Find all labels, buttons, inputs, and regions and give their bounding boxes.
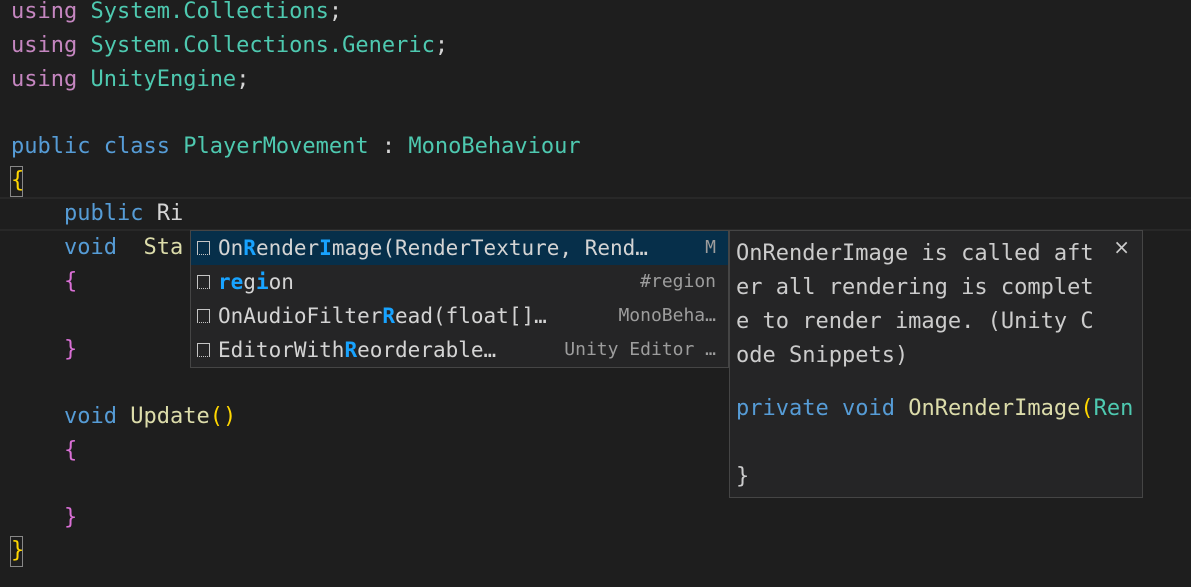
suggest-item-label: OnAudioFilterRead(float[]… (218, 304, 547, 328)
snippet-icon (197, 309, 210, 323)
code-line-9: { (63, 269, 78, 294)
suggest-item-label: EditorWithReorderable… (218, 338, 497, 362)
code-line-6: { (11, 168, 25, 193)
suggest-item-onaudiofilterread[interactable]: OnAudioFilterRead(float[]… MonoBeha… (191, 299, 728, 333)
suggest-item-region[interactable]: region #region (191, 265, 728, 299)
suggest-item-onrenderimage[interactable]: OnRenderImage(RenderTexture, Rend… M (191, 231, 728, 265)
code-line-11: } (63, 337, 78, 362)
code-line-14: { (63, 438, 78, 463)
suggest-item-detail: #region (640, 271, 716, 292)
snippet-icon (197, 275, 210, 289)
code-line-2: using System.Collections.Generic; (11, 33, 449, 58)
doc-text-line: ode Snippets) (736, 343, 909, 368)
doc-text-line: er all rendering is complet (736, 275, 1094, 300)
code-line-16: } (63, 505, 78, 530)
doc-code-line: private void OnRenderImage(Ren (736, 396, 1134, 421)
code-line-1: using System.Collections; (11, 0, 343, 24)
doc-text-line: e to render image. (Unity C (736, 309, 1094, 334)
code-line-3: using UnityEngine; (11, 67, 250, 92)
suggest-item-detail: Unity Editor … (564, 339, 716, 360)
suggest-item-detail: M (705, 237, 716, 258)
code-line-7: public Ri (63, 201, 184, 226)
suggest-item-editorwithreorderable[interactable]: EditorWithReorderable… Unity Editor … (191, 333, 728, 367)
close-icon[interactable]: × (1113, 235, 1130, 259)
code-line-17: } (11, 538, 25, 563)
doc-text-line: OnRenderImage is called aft (736, 241, 1094, 266)
doc-code-close: } (736, 464, 750, 489)
snippet-icon (197, 241, 210, 255)
code-line-8: void Sta (63, 235, 184, 260)
suggest-item-label: region (218, 270, 294, 294)
suggest-item-detail: MonoBeha… (618, 305, 716, 326)
suggest-widget[interactable]: OnRenderImage(RenderTexture, Rend… M reg… (190, 230, 729, 368)
suggest-item-label: OnRenderImage(RenderTexture, Rend… (218, 236, 648, 260)
snippet-icon (197, 343, 210, 357)
suggest-details-pane: × OnRenderImage is called aft er all ren… (729, 230, 1143, 498)
code-line-5: public class PlayerMovement : MonoBehavi… (11, 134, 581, 159)
